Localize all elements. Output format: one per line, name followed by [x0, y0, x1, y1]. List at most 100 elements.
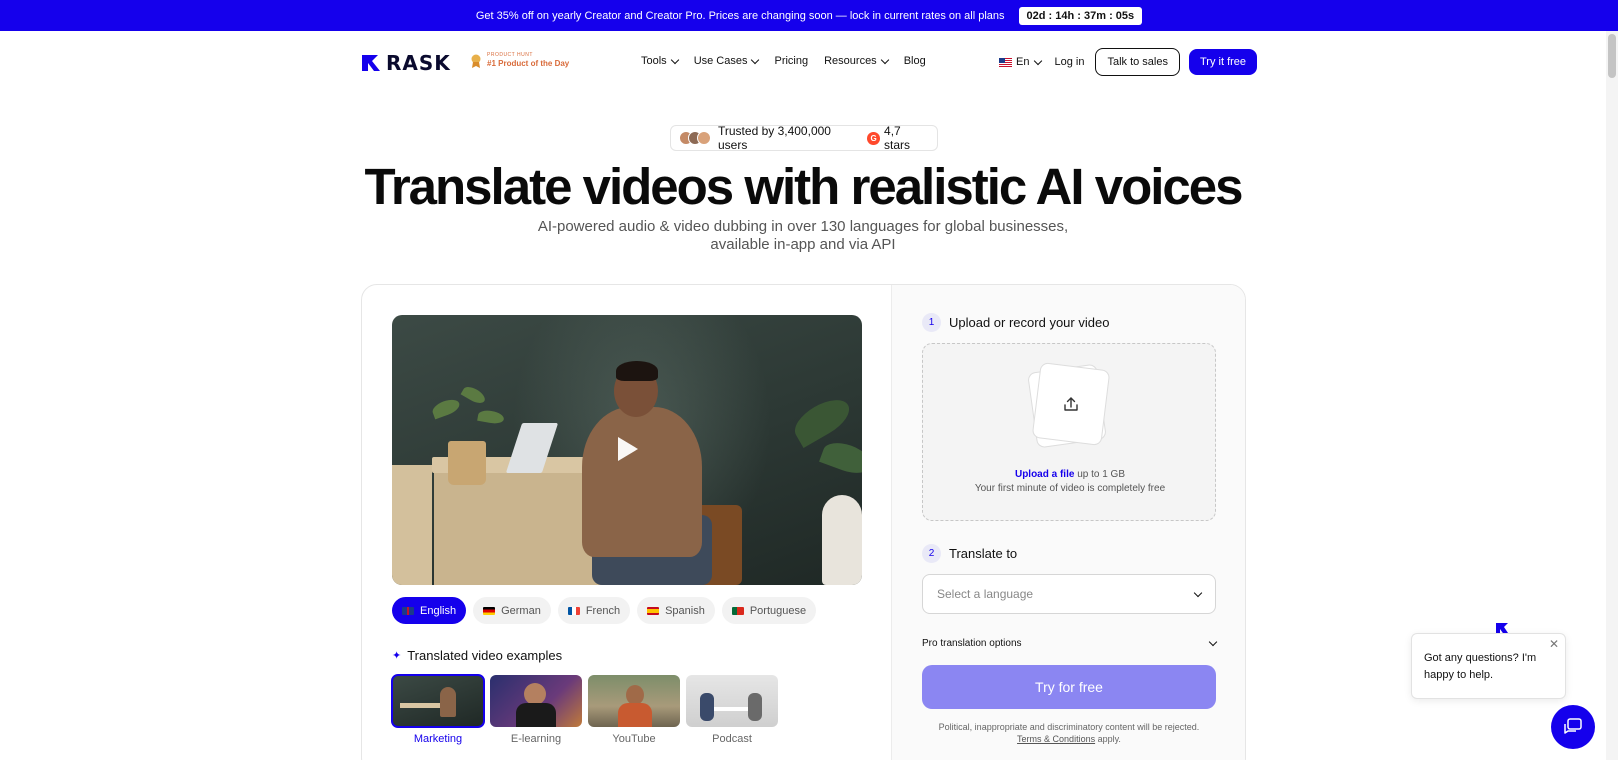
chevron-down-icon	[670, 55, 679, 64]
rask-logo[interactable]: RASK	[360, 51, 451, 75]
avatar	[697, 131, 711, 145]
upload-card	[1031, 362, 1111, 446]
chevron-down-icon	[751, 55, 760, 64]
example-podcast[interactable]: Podcast	[686, 675, 778, 745]
example-youtube[interactable]: YouTube	[588, 675, 680, 745]
example-label: YouTube	[612, 733, 656, 745]
close-icon[interactable]: ✕	[1549, 636, 1559, 653]
chevron-down-icon	[1034, 56, 1043, 65]
language-selector[interactable]: En	[999, 56, 1043, 68]
upload-text: Upload a file up to 1 GB Your first minu…	[923, 468, 1217, 496]
upload-icon	[1064, 397, 1078, 411]
user-avatars	[679, 131, 711, 145]
portuguese-flag-icon	[731, 606, 744, 615]
try-for-free-button[interactable]: Try for free	[922, 665, 1216, 709]
chat-icon	[1564, 718, 1582, 734]
step-number: 2	[922, 544, 941, 563]
demo-card: English German French Spanish Portuguese…	[361, 284, 1246, 760]
menu-label: Pricing	[774, 55, 809, 67]
lang-tab-label: English	[420, 604, 457, 617]
language-select[interactable]: Select a language	[922, 574, 1216, 614]
demo-video-player[interactable]	[392, 315, 862, 585]
try-it-free-button[interactable]: Try it free	[1188, 49, 1258, 75]
rask-logo-mark-icon	[362, 55, 380, 71]
chat-message: Got any questions? I'm happy to help.	[1424, 652, 1537, 681]
lang-tab-spanish[interactable]: Spanish	[637, 597, 715, 624]
spanish-flag-icon	[647, 606, 660, 615]
menu-label: Resources	[824, 55, 877, 67]
promo-banner: Get 35% off on yearly Creator and Creato…	[0, 0, 1618, 31]
step-translate: 2 Translate to	[922, 544, 1017, 563]
lang-tab-label: French	[585, 604, 621, 617]
thumbnail-image	[391, 674, 485, 728]
hero-subtitle: AI-powered audio & video dubbing in over…	[0, 218, 1606, 254]
badge-caption: PRODUCT HUNT	[487, 52, 533, 58]
talk-to-sales-button[interactable]: Talk to sales	[1095, 48, 1180, 76]
trust-badge: Trusted by 3,400,000 users G 4,7 stars	[670, 124, 938, 152]
lang-tab-label: German	[501, 604, 541, 617]
upload-limit: up to 1 GB	[1074, 469, 1126, 480]
thumbnail-image	[588, 675, 680, 727]
lang-tab-portuguese[interactable]: Portuguese	[721, 597, 817, 624]
step-title: Upload or record your video	[949, 315, 1110, 330]
chat-popup[interactable]: ✕ Got any questions? I'm happy to help.	[1411, 633, 1566, 699]
chevron-down-icon	[880, 55, 889, 64]
translate-form: 1 Upload or record your video Upload a f…	[891, 285, 1245, 760]
disclaimer-text: Political, inappropriate and discriminat…	[938, 722, 1200, 732]
example-marketing[interactable]: Marketing	[391, 674, 485, 745]
chat-launcher-button[interactable]	[1551, 705, 1595, 749]
top-nav: RASK PRODUCT HUNT #1 Product of the Day …	[0, 31, 1606, 93]
german-flag-icon	[483, 606, 496, 615]
thumbnail-image	[490, 675, 582, 727]
badge-title: #1 Product of the Day	[487, 59, 570, 68]
upload-note: Your first minute of video is completely…	[974, 483, 1166, 494]
sparkle-icon: ✦	[392, 650, 402, 662]
menu-tools[interactable]: Tools	[641, 55, 679, 67]
upload-dropzone[interactable]: Upload a file up to 1 GB Your first minu…	[922, 343, 1216, 521]
chevron-down-icon	[1208, 637, 1218, 647]
example-thumbnails: Marketing E-learning YouTube Podcast	[391, 674, 778, 745]
subtitle-line: available in-app and via API	[710, 236, 896, 253]
menu-label: Tools	[641, 55, 667, 67]
language-label: En	[1016, 56, 1030, 68]
subtitle-line: AI-powered audio & video dubbing in over…	[537, 218, 1069, 235]
french-flag-icon	[567, 606, 580, 615]
uk-flag-icon	[402, 606, 414, 615]
trust-users-text: Trusted by 3,400,000 users	[718, 124, 831, 152]
us-flag-icon	[999, 57, 1012, 67]
menu-pricing[interactable]: Pricing	[774, 55, 808, 67]
menu-resources[interactable]: Resources	[824, 55, 889, 67]
example-e-learning[interactable]: E-learning	[490, 675, 582, 745]
menu-label: Blog	[903, 55, 926, 67]
main-menu: Tools Use Cases Pricing Resources Blog	[641, 55, 926, 67]
step-number: 1	[922, 313, 941, 332]
terms-link[interactable]: Terms & Conditions	[1017, 734, 1095, 744]
step-title: Translate to	[949, 546, 1018, 561]
page-scrollbar[interactable]	[1606, 31, 1618, 760]
product-hunt-badge[interactable]: PRODUCT HUNT #1 Product of the Day	[470, 53, 569, 68]
menu-label: Use Cases	[693, 55, 748, 67]
play-icon[interactable]	[618, 437, 638, 461]
g2-icon: G	[867, 131, 881, 145]
lang-tab-english[interactable]: English	[392, 597, 467, 624]
lang-tab-german[interactable]: German	[473, 597, 551, 624]
language-tabs: English German French Spanish Portuguese	[392, 597, 817, 624]
example-label: Podcast	[712, 733, 752, 745]
trust-stars-text: 4,7 stars	[884, 124, 911, 152]
disclaimer: Political, inappropriate and discriminat…	[922, 721, 1216, 745]
terms-suffix: apply.	[1095, 734, 1121, 744]
logo-text: RASK	[386, 51, 451, 75]
login-link[interactable]: Log in	[1054, 56, 1084, 68]
upload-file-link[interactable]: Upload a file	[1015, 469, 1074, 480]
step-upload: 1 Upload or record your video	[922, 313, 1109, 332]
scrollbar-thumb[interactable]	[1608, 34, 1616, 78]
menu-blog[interactable]: Blog	[904, 55, 926, 67]
pro-options-label: Pro translation options	[922, 638, 1022, 649]
examples-heading: ✦ Translated video examples	[392, 648, 562, 663]
lang-tab-label: Portuguese	[749, 604, 807, 617]
pro-options-toggle[interactable]: Pro translation options	[922, 637, 1218, 649]
menu-use-cases[interactable]: Use Cases	[693, 55, 760, 67]
countdown-timer: 02d : 14h : 37m : 05s	[1018, 6, 1143, 25]
lang-tab-french[interactable]: French	[557, 597, 631, 624]
lang-tab-label: Spanish	[665, 604, 705, 617]
